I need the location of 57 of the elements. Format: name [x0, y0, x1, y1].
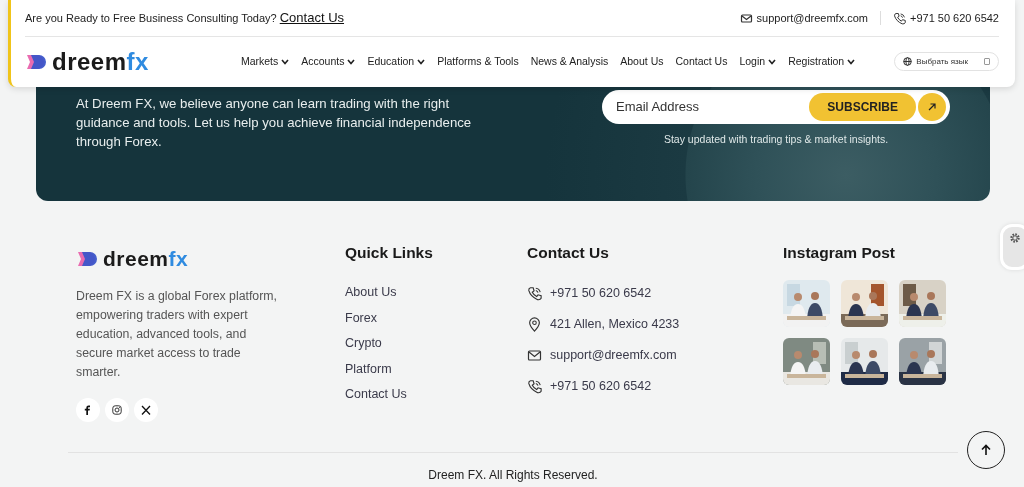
arrow-up-right-icon	[927, 102, 937, 112]
mail-icon	[739, 11, 753, 25]
footer-link[interactable]: Platform	[345, 361, 527, 377]
mail-icon	[527, 347, 542, 363]
social-button[interactable]	[76, 397, 100, 422]
chevron-down-icon	[417, 58, 426, 65]
subscribe-button[interactable]: SUBSCRIBE	[809, 93, 916, 121]
promo-text: Are you Ready to Free Business Consulting Today?	[25, 10, 277, 26]
footer-link[interactable]: Crypto	[345, 336, 527, 352]
nav-item[interactable]: Login	[739, 53, 777, 70]
nav-item[interactable]: Accounts	[301, 53, 356, 70]
instagram-icon	[111, 403, 123, 416]
contact-text: +971 50 620 6542	[550, 378, 652, 394]
nav-item[interactable]: Registration	[788, 53, 856, 70]
banner-caption: Stay updated with trading tips & market insights.	[662, 132, 890, 147]
nav-item[interactable]: Platforms & Tools	[437, 53, 519, 70]
contact-text: 421 Allen, Mexico 4233	[550, 316, 680, 332]
nav-item[interactable]: About Us	[620, 53, 664, 70]
globe-icon	[903, 57, 913, 66]
contact-text: support@dreemfx.com	[550, 347, 677, 363]
banner-text: At Dreem FX, we believe anyone can learn trading with the right guidance and tools. Let us help you achieve financial independence through Forex.	[76, 95, 473, 151]
settings-icon	[1009, 232, 1021, 244]
contact-link[interactable]: Contact Us	[279, 8, 345, 28]
arrow-up-icon	[980, 444, 992, 456]
logo-mark-icon	[25, 52, 47, 71]
phone-icon	[527, 378, 542, 394]
contact-text: +971 50 620 6542	[550, 285, 652, 301]
logo[interactable]: dreemfx	[76, 243, 189, 275]
location-pin-icon	[527, 316, 542, 332]
logo-mark-icon	[76, 249, 98, 268]
section-heading: Contact Us	[527, 243, 610, 263]
nav-item[interactable]: Markets	[240, 53, 290, 70]
section-heading: Instagram Post	[783, 243, 896, 263]
phone-text: +971 50 620 6542	[910, 10, 999, 26]
chevron-down-icon	[281, 58, 290, 65]
email-text: support@dreemfx.com	[756, 10, 868, 26]
about-text: Dreem FX is a global Forex platform, empowering traders with expert education, advanced tools, and secure market access to trade smarter.	[76, 287, 278, 381]
settings-tab[interactable]	[1000, 224, 1024, 270]
email-subscribe-field[interactable]: Email Address SUBSCRIBE	[602, 90, 950, 124]
section-heading: Quick Links	[345, 243, 434, 263]
social-button[interactable]	[134, 397, 158, 422]
logo[interactable]: dreemfx	[25, 43, 149, 80]
language-selector[interactable]: Выбрать язык	[894, 52, 999, 71]
footer-link[interactable]: Contact Us	[345, 387, 527, 403]
chevron-down-icon	[347, 58, 356, 65]
nav-item[interactable]: Education	[367, 53, 426, 70]
footer-link[interactable]: Forex	[345, 310, 527, 326]
chevron-down-icon	[847, 58, 856, 65]
phone-icon	[527, 285, 542, 301]
copyright-text: Dreem FX. All Rights Reserved.	[68, 451, 958, 484]
footer-link[interactable]: About Us	[345, 285, 527, 300]
x-icon	[140, 403, 152, 416]
arrow-button[interactable]	[918, 93, 946, 121]
nav-item[interactable]: News & Analysis	[530, 53, 609, 70]
phone-icon	[893, 11, 906, 25]
nav-item[interactable]: Contact Us	[675, 53, 728, 70]
chevron-down-icon	[768, 58, 777, 65]
